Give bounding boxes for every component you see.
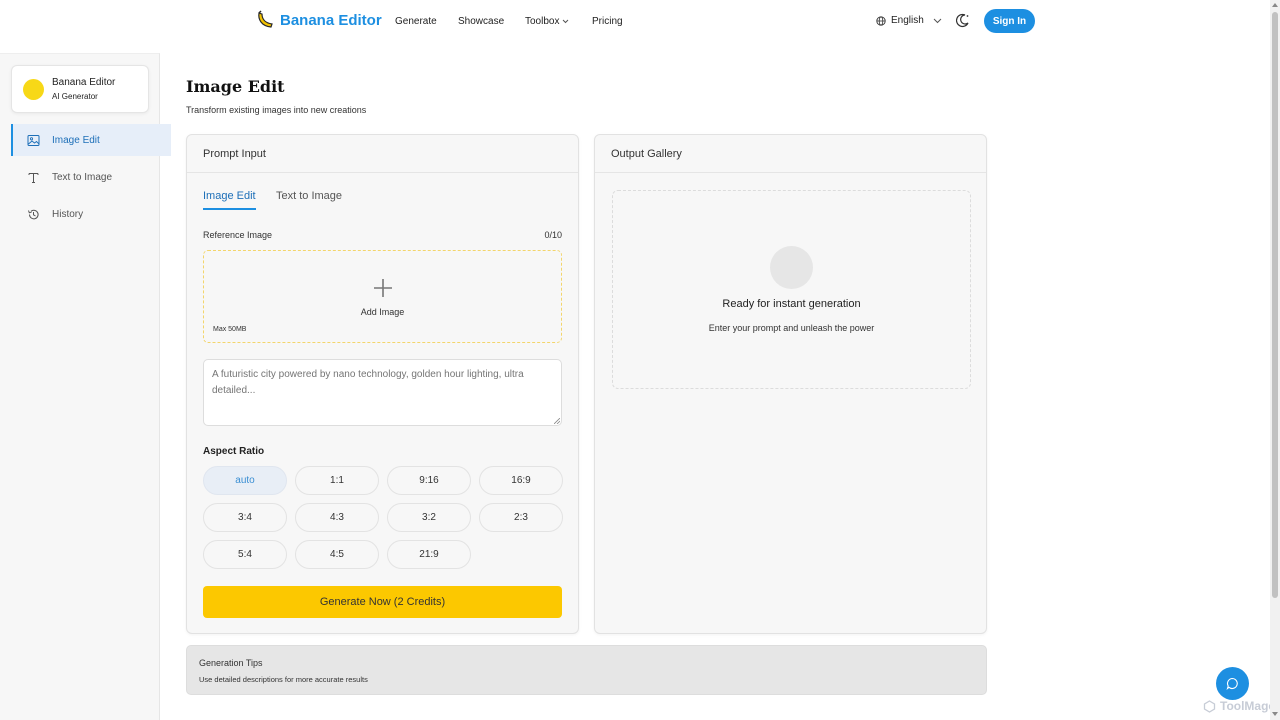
history-icon	[28, 209, 39, 219]
page-title: Image Edit	[186, 77, 285, 96]
signin-button[interactable]: Sign In	[984, 9, 1035, 33]
nav-link-generate[interactable]: Generate	[395, 16, 437, 27]
gallery-title: Ready for instant generation	[722, 298, 861, 310]
add-image-label: Add Image	[360, 307, 405, 317]
output-gallery-card: Output Gallery Ready for instant generat…	[594, 134, 987, 634]
language-selector[interactable]: English	[876, 15, 942, 26]
max-size-label: Max 50MB	[213, 326, 247, 333]
aspect-ratio-1-1[interactable]: 1:1	[295, 466, 379, 495]
generation-tips: Generation Tips Use detailed description…	[186, 645, 987, 695]
prompt-textarea[interactable]	[203, 359, 562, 426]
gallery-subtitle: Enter your prompt and unleash the power	[708, 323, 875, 333]
aspect-ratio-4-3[interactable]: 4:3	[295, 503, 379, 532]
watermark: ToolMage	[1203, 699, 1275, 713]
image-icon	[27, 134, 40, 146]
profile-card[interactable]: Banana Editor AI Generator	[11, 65, 149, 113]
brand-name: Banana Editor	[280, 11, 382, 29]
aspect-ratio-3-4[interactable]: 3:4	[203, 503, 287, 532]
aspect-ratio-21-9[interactable]: 21:9	[387, 540, 471, 569]
language-label: English	[891, 15, 924, 26]
generate-button[interactable]: Generate Now (2 Credits)	[203, 586, 562, 618]
tips-title: Generation Tips	[199, 658, 263, 668]
page-subtitle: Transform existing images into new creat…	[186, 105, 367, 115]
aspect-ratio-9-16[interactable]: 9:16	[387, 466, 471, 495]
nav-link-toolbox[interactable]: Toolbox	[525, 16, 569, 27]
moon-theme-icon[interactable]	[955, 13, 970, 28]
plus-icon	[374, 279, 392, 297]
nav-link-toolbox-label: Toolbox	[525, 16, 560, 27]
scroll-down-arrow-icon[interactable]	[1271, 710, 1279, 718]
reference-image-label: Reference Image	[203, 230, 273, 240]
aspect-ratio-16-9[interactable]: 16:9	[479, 466, 563, 495]
aspect-ratio-4-5[interactable]: 4:5	[295, 540, 379, 569]
placeholder-circle	[770, 246, 813, 289]
profile-name: Banana Editor	[52, 77, 116, 88]
scroll-up-arrow-icon[interactable]	[1271, 1, 1279, 9]
nav-link-pricing[interactable]: Pricing	[592, 16, 623, 27]
sidebar-item-text-to-image[interactable]: Text to Image	[11, 161, 171, 193]
card-header: Output Gallery	[595, 135, 986, 173]
sidebar-item-image-edit[interactable]: Image Edit	[11, 124, 171, 156]
sidebar: Banana Editor AI Generator Image Edit Te…	[0, 53, 171, 720]
top-nav: Banana Editor Generate Showcase Toolbox …	[0, 0, 1270, 43]
sidebar-item-history[interactable]: History	[11, 198, 171, 230]
watermark-text: ToolMage	[1220, 699, 1276, 713]
chevron-down-icon	[563, 19, 569, 24]
chat-icon	[1226, 677, 1238, 690]
aspect-ratio-label: Aspect Ratio	[203, 446, 265, 457]
card-header: Prompt Input	[187, 135, 578, 173]
scrollbar-thumb[interactable]	[1272, 12, 1278, 598]
tab-text-to-image[interactable]: Text to Image	[276, 190, 342, 208]
reference-image-count: 0/10	[544, 230, 562, 240]
watermark-logo-icon	[1203, 699, 1216, 713]
globe-icon	[876, 15, 886, 26]
aspect-ratio-auto[interactable]: auto	[203, 466, 287, 495]
profile-subtitle: AI Generator	[52, 92, 98, 101]
chat-button[interactable]	[1216, 667, 1249, 700]
nav-link-showcase[interactable]: Showcase	[458, 16, 504, 27]
prompt-input-card: Prompt Input Image Edit Text to Image Re…	[186, 134, 579, 634]
sidebar-item-label: History	[52, 208, 84, 220]
scrollbar[interactable]	[1270, 0, 1280, 720]
tab-image-edit[interactable]: Image Edit	[203, 190, 256, 210]
gallery-placeholder: Ready for instant generation Enter your …	[612, 190, 971, 389]
avatar	[23, 79, 44, 100]
tips-subtitle: Use detailed descriptions for more accur…	[199, 675, 368, 684]
aspect-ratio-2-3[interactable]: 2:3	[479, 503, 563, 532]
aspect-ratio-5-4[interactable]: 5:4	[203, 540, 287, 569]
text-icon	[28, 172, 39, 183]
sidebar-item-label: Text to Image	[52, 171, 113, 183]
chevron-down-icon	[933, 18, 942, 23]
aspect-ratio-3-2[interactable]: 3:2	[387, 503, 471, 532]
banana-logo-icon	[258, 10, 273, 28]
brand[interactable]: Banana Editor	[256, 10, 382, 30]
image-dropzone[interactable]: Add Image Max 50MB	[203, 250, 562, 343]
resize-grip-icon[interactable]	[554, 418, 560, 424]
sidebar-item-label: Image Edit	[52, 134, 100, 146]
